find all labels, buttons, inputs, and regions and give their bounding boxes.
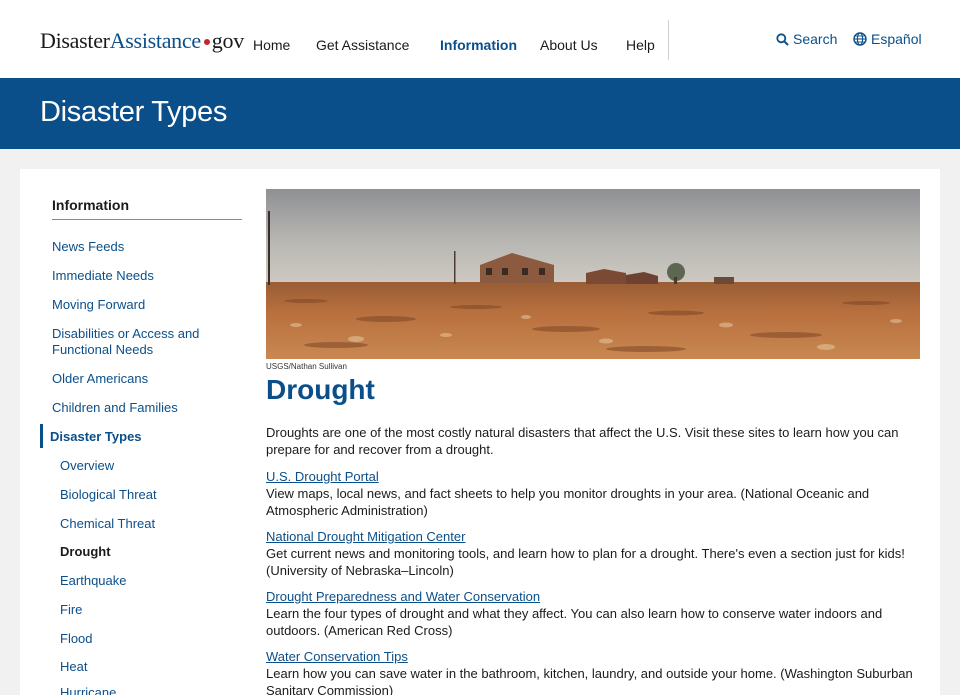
search-icon (776, 32, 789, 46)
search-link[interactable]: Search (776, 31, 837, 47)
logo-text-assistance: Assistance (109, 28, 201, 53)
sidebar-sub-heat[interactable]: Heat (60, 659, 87, 675)
nav-get-assistance[interactable]: Get Assistance (316, 37, 409, 53)
sidebar-sub-fire[interactable]: Fire (60, 602, 82, 618)
sidebar-sub-chemical-threat[interactable]: Chemical Threat (60, 516, 155, 532)
sidebar-sub-earthquake[interactable]: Earthquake (60, 573, 127, 589)
logo-dot (203, 38, 210, 45)
resource-link-red-cross[interactable]: Drought Preparedness and Water Conservat… (266, 589, 540, 604)
resource-description: Learn how you can save water in the bath… (266, 666, 913, 695)
sidebar-sub-hurricane[interactable]: Hurricane (60, 685, 116, 695)
resource-description: Get current news and monitoring tools, a… (266, 546, 905, 578)
nav-about-us[interactable]: About Us (540, 37, 598, 53)
drought-hero-image (266, 189, 920, 359)
sidebar-active-indicator (40, 424, 43, 448)
resource-link-ndmc[interactable]: National Drought Mitigation Center (266, 529, 465, 544)
sidebar-sub-flood[interactable]: Flood (60, 631, 93, 647)
sidebar-item-immediate-needs[interactable]: Immediate Needs (52, 268, 242, 284)
sidebar-item-older-americans[interactable]: Older Americans (52, 371, 242, 387)
sidebar-sub-drought[interactable]: Drought (60, 544, 111, 560)
nav-divider (668, 20, 669, 60)
site-logo[interactable]: DisasterAssistance gov (40, 28, 244, 54)
sidebar-heading: Information (52, 197, 129, 213)
language-link[interactable]: Español (853, 31, 922, 47)
sidebar-sub-overview[interactable]: Overview (60, 458, 114, 474)
sidebar-sub-biological-threat[interactable]: Biological Threat (60, 487, 157, 503)
resource-link-water-conservation[interactable]: Water Conservation Tips (266, 649, 408, 664)
intro-text: Droughts are one of the most costly natu… (266, 425, 899, 457)
site-header: DisasterAssistance gov Home Get Assistanc… (0, 0, 960, 78)
sidebar-item-moving-forward[interactable]: Moving Forward (52, 297, 242, 313)
sidebar-item-news-feeds[interactable]: News Feeds (52, 239, 242, 255)
search-label: Search (793, 31, 838, 47)
resource-description: View maps, local news, and fact sheets t… (266, 486, 870, 518)
image-credit: USGS/Nathan Sullivan (266, 362, 347, 371)
resource-link-drought-portal[interactable]: U.S. Drought Portal (266, 469, 379, 484)
sidebar-divider (52, 219, 242, 220)
language-label: Español (871, 31, 922, 47)
page-title: Drought (266, 374, 375, 405)
page-banner: Disaster Types (0, 78, 960, 149)
banner-title: Disaster Types (40, 96, 228, 128)
nav-help[interactable]: Help (626, 37, 655, 53)
resource-description: Learn the four types of drought and what… (266, 606, 883, 638)
logo-text-disaster: Disaster (40, 28, 110, 53)
sidebar-item-children-families[interactable]: Children and Families (52, 400, 242, 416)
nav-home[interactable]: Home (253, 37, 290, 53)
logo-text-gov: gov (211, 28, 244, 53)
nav-information[interactable]: Information (440, 37, 517, 53)
globe-icon (853, 32, 867, 46)
sidebar-item-disabilities[interactable]: Disabilities or Access and Functional Ne… (52, 326, 222, 358)
sidebar-item-disaster-types[interactable]: Disaster Types (50, 429, 240, 445)
